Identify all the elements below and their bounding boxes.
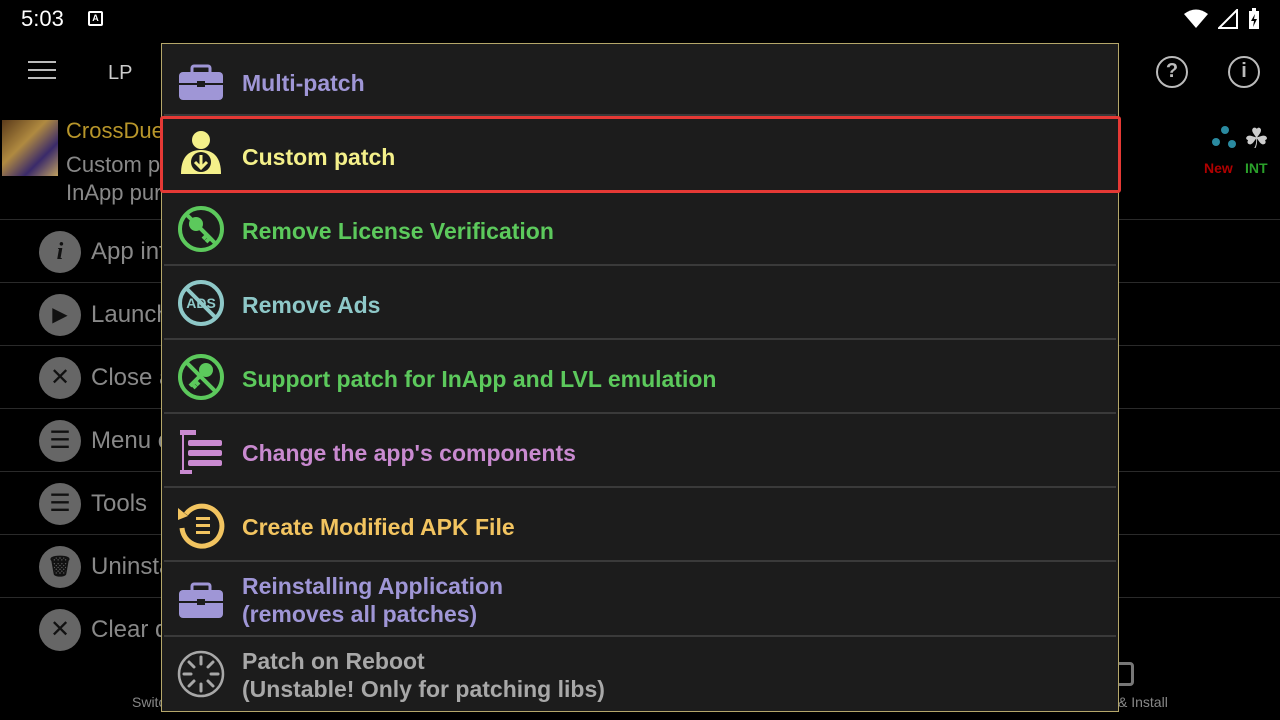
close-icon: ✕ <box>39 609 81 651</box>
selection-highlight <box>160 116 1121 193</box>
notification-icon: A <box>88 11 103 26</box>
menu-item-label: Remove Ads <box>242 292 381 318</box>
menu-item-label: Create Modified APK File <box>242 514 515 540</box>
signal-icon <box>1218 9 1238 29</box>
menu-item-label: Patch on Reboot <box>242 648 425 674</box>
menu-item-sublabel: (Unstable! Only for patching libs) <box>242 676 605 702</box>
bottom-nav-install[interactable]: & Install <box>1118 694 1168 710</box>
badge-new: New <box>1204 160 1233 176</box>
spinner-icon <box>177 650 225 698</box>
rebuild-icon <box>178 503 225 549</box>
app-bar-title: LP <box>108 62 133 84</box>
menu-item-sublabel: (removes all patches) <box>242 601 478 627</box>
components-icon <box>180 430 222 474</box>
menu-item-label: Support patch for InApp and LVL emulatio… <box>242 366 717 392</box>
toolbox-icon <box>179 582 223 618</box>
menu-item-multi-patch[interactable]: Multi-patch <box>164 44 1116 116</box>
wifi-icon <box>1184 9 1208 28</box>
close-icon: ✕ <box>39 357 81 399</box>
menu-item-support-patch[interactable]: Support patch for InApp and LVL emulatio… <box>164 340 1116 414</box>
menu-item-reinstall[interactable]: Reinstalling Application (removes all pa… <box>164 562 1116 637</box>
menu-item-create-apk[interactable]: Create Modified APK File <box>164 488 1116 562</box>
app-icon <box>2 120 58 176</box>
badge-int: INT <box>1245 160 1268 176</box>
no-ads-icon: ADS <box>178 280 224 326</box>
list-icon: ☰ <box>39 483 81 525</box>
menu-item-change-components[interactable]: Change the app's components <box>164 414 1116 488</box>
app-badges: ☘ New INT <box>1200 118 1280 178</box>
menu-item-label: Remove License Verification <box>242 218 554 244</box>
menu-item-label: Change the app's components <box>242 440 576 466</box>
no-key-icon <box>178 354 224 400</box>
menu-item-remove-license[interactable]: Remove License Verification <box>164 192 1116 266</box>
menu-item-label: Multi-patch <box>242 70 365 96</box>
clock: 5:03 <box>21 6 64 31</box>
menu-item-remove-ads[interactable]: ADS Remove Ads <box>164 266 1116 340</box>
trash-icon: 🗑 <box>39 546 81 588</box>
dots-icon <box>1212 126 1238 152</box>
list-item-label: Launch <box>91 301 170 328</box>
app-name: CrossDuel <box>66 118 169 143</box>
help-icon[interactable]: ? <box>1156 56 1188 88</box>
menu-item-patch-on-reboot[interactable]: Patch on Reboot (Unstable! Only for patc… <box>164 637 1116 711</box>
no-key-icon <box>178 206 224 252</box>
clover-icon: ☘ <box>1244 123 1270 154</box>
menu-item-label: Reinstalling Application <box>242 573 504 599</box>
battery-icon <box>1249 8 1259 29</box>
list-item-label: Tools <box>91 490 148 517</box>
list-icon: ☰ <box>39 420 81 462</box>
status-icons <box>1184 8 1260 30</box>
play-icon: ▶ <box>39 294 81 336</box>
info-icon[interactable]: i <box>1228 56 1260 88</box>
toolbox-icon <box>179 64 223 100</box>
menu-icon[interactable] <box>28 61 56 81</box>
status-bar: 5:03 A <box>0 0 1280 40</box>
info-icon: i <box>39 231 81 273</box>
